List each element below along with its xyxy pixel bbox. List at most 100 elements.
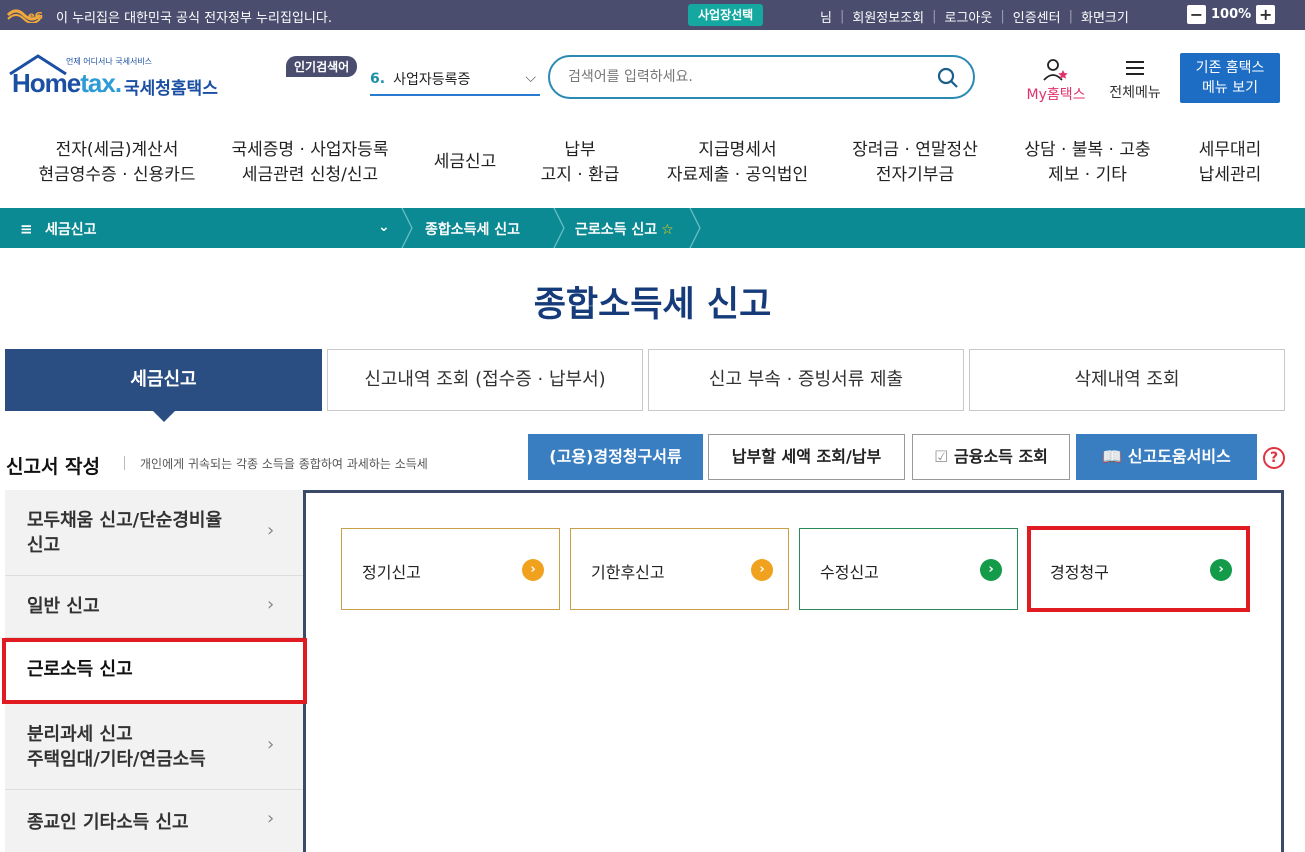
card-label: 기한후신고 <box>591 563 665 582</box>
sidebar-item-religious[interactable]: 종교인 기타소득 신고 › <box>5 790 303 852</box>
breadcrumb: ≡ 세금신고 ⌄ 종합소득세 신고 근로소득 신고 ☆ <box>0 208 1305 248</box>
popular-rank: 6. <box>370 71 386 87</box>
arrow-right-icon: › <box>980 559 1002 581</box>
claim-documents-button[interactable]: (고용)경정청구서류 <box>528 434 703 480</box>
gnb-item-tax-filing[interactable]: 세금신고 <box>420 150 510 175</box>
breadcrumb-level2[interactable]: 종합소득세 신고 <box>425 219 520 239</box>
screen-size-label: 화면크기 <box>1080 11 1129 26</box>
sidebar-item-label: 종교인 기타소득 신고 <box>27 812 189 833</box>
zoom-in-button[interactable]: + <box>1256 5 1276 24</box>
breadcrumb-separator-icon <box>553 208 565 248</box>
favorite-star-icon[interactable]: ☆ <box>661 222 674 238</box>
all-menu-label: 전체메뉴 <box>1109 85 1161 101</box>
brand-korean-name: 국세청홈택스 <box>124 79 218 99</box>
gnb-label: 국세증명 · 사업자등록 <box>231 140 389 160</box>
checkbox-icon: ☑ <box>934 447 949 466</box>
chevron-down-icon: ⌵ <box>525 70 536 86</box>
popular-search-dropdown[interactable]: 6. 사업자등록증 ⌵ <box>370 64 540 96</box>
tab-bar: 세금신고 신고내역 조회 (접수증 · 납부서) 신고 부속 · 증빙서류 제출… <box>5 349 1285 422</box>
cert-center-link[interactable]: 인증센터 <box>1013 7 1061 26</box>
user-star-icon <box>1043 59 1068 81</box>
all-menu-button[interactable]: 전체메뉴 <box>1103 58 1167 102</box>
chevron-down-icon[interactable]: ⌄ <box>378 219 390 235</box>
gov-notice-text: 이 누리집은 대한민국 공식 전자정부 누리집입니다. <box>56 11 332 26</box>
gnb-sublabel: 납세관리 <box>1198 165 1262 185</box>
gnb-label: 장려금 · 연말정산 <box>852 140 978 160</box>
tab-filing-history[interactable]: 신고내역 조회 (접수증 · 납부서) <box>327 349 643 411</box>
zoom-control: − 100% + <box>1187 5 1276 24</box>
card-label: 정기신고 <box>362 563 421 582</box>
tab-deleted-history[interactable]: 삭제내역 조회 <box>969 349 1285 411</box>
finance-income-button[interactable]: ☑ 금융소득 조회 <box>912 434 1070 480</box>
gnb-label: 세금신고 <box>433 152 497 172</box>
logout-link[interactable]: 로그아웃 <box>945 7 993 26</box>
gov-banner: eG 이 누리집은 대한민국 공식 전자정부 누리집입니다. 사업장선택 님 |… <box>0 0 1305 30</box>
card-amended-filing[interactable]: 수정신고 › <box>799 528 1018 610</box>
chevron-right-icon: › <box>267 734 275 755</box>
gnb-label: 지급명세서 <box>698 140 777 160</box>
business-select-button[interactable]: 사업장선택 <box>688 4 764 26</box>
breadcrumb-level3[interactable]: 근로소득 신고 ☆ <box>575 219 674 239</box>
sidebar-item-label: 일반 신고 <box>27 596 100 617</box>
tab-attachments[interactable]: 신고 부속 · 증빙서류 제출 <box>648 349 964 411</box>
breadcrumb-level3-label: 근로소득 신고 <box>575 222 658 238</box>
search-icon[interactable] <box>937 67 959 89</box>
legacy-menu-line1: 기존 홈택스 <box>1195 60 1265 76</box>
sidebar-item-auto-filled[interactable]: 모두채움 신고/단순경비율 신고 › <box>5 490 303 576</box>
gnb-sublabel: 현금영수증 · 신용카드 <box>38 165 196 185</box>
member-info-link[interactable]: 회원정보조회 <box>852 7 924 26</box>
tab-tax-filing[interactable]: 세금신고 <box>5 349 322 422</box>
breadcrumb-separator-icon <box>401 208 413 248</box>
brand-home-text: Home <box>12 68 81 98</box>
popular-keyword: 사업자등록증 <box>393 72 471 88</box>
gnb-sublabel: 자료제출 · 공익법인 <box>666 165 809 185</box>
gnb-sublabel: 고지 · 환급 <box>540 165 620 185</box>
gnb-sublabel: 전자기부금 <box>875 165 955 185</box>
gnb-label: 납부 <box>564 140 596 160</box>
section-divider <box>124 456 125 470</box>
gnb-item-tax-agent[interactable]: 세무대리 납세관리 <box>1180 138 1280 188</box>
gnb-item-certificate[interactable]: 국세증명 · 사업자등록 세금관련 신청/신고 <box>220 138 400 188</box>
hometax-logo[interactable]: 언제 어디서나 국세서비스 Hometax. 국세청홈택스 <box>8 54 228 104</box>
chevron-right-icon: › <box>267 808 275 829</box>
highlight-correction-claim <box>1027 526 1250 612</box>
legacy-menu-line2: 메뉴 보기 <box>1202 80 1258 96</box>
link-separator: | <box>1068 9 1073 24</box>
user-name-label: 님 <box>820 11 832 26</box>
search-input[interactable] <box>568 67 908 87</box>
sidebar-item-label: 분리과세 신고 <box>27 724 133 745</box>
legacy-menu-button[interactable]: 기존 홈택스 메뉴 보기 <box>1180 53 1280 103</box>
filing-help-label: 신고도움서비스 <box>1127 447 1231 466</box>
sidebar-item-sublabel: 신고 <box>27 535 61 556</box>
payment-lookup-button[interactable]: 납부할 세액 조회/납부 <box>708 434 905 480</box>
gnb-item-incentive[interactable]: 장려금 · 연말정산 전자기부금 <box>840 138 990 188</box>
help-icon[interactable]: ? <box>1263 447 1285 469</box>
link-separator: | <box>932 9 937 24</box>
link-separator: | <box>839 9 845 24</box>
highlight-earned-income <box>2 638 307 704</box>
card-label: 수정신고 <box>820 563 879 582</box>
sidebar-item-sublabel: 주택임대/기타/연금소득 <box>27 749 206 770</box>
book-icon: 📖 <box>1102 447 1123 466</box>
gnb-item-statements[interactable]: 지급명세서 자료제출 · 공익법인 <box>655 138 820 188</box>
main-navigation: 전자(세금)계산서 현금영수증 · 신용카드 국세증명 · 사업자등록 세금관련… <box>0 130 1305 200</box>
card-late-filing[interactable]: 기한후신고 › <box>570 528 789 610</box>
sidebar-item-general[interactable]: 일반 신고 › <box>5 576 303 638</box>
breadcrumb-level1[interactable]: 세금신고 <box>45 219 97 239</box>
gnb-sublabel: 제보 · 기타 <box>1048 165 1127 185</box>
menu-icon[interactable]: ≡ <box>20 220 33 238</box>
gnb-sublabel: 세금관련 신청/신고 <box>241 165 379 185</box>
section-description: 개인에게 귀속되는 각종 소득을 종합하여 과세하는 소득세 <box>140 457 428 471</box>
brand-wordmark: Hometax. <box>12 68 122 99</box>
gnb-item-payment[interactable]: 납부 고지 · 환급 <box>530 138 630 188</box>
zoom-out-button[interactable]: − <box>1187 5 1206 24</box>
card-regular-filing[interactable]: 정기신고 › <box>341 528 560 610</box>
arrow-right-icon: › <box>751 559 773 581</box>
government-logo-icon: eG <box>6 9 43 23</box>
gnb-item-consulting[interactable]: 상담 · 불복 · 고충 제보 · 기타 <box>1015 138 1160 188</box>
sidebar-item-label: 모두채움 신고/단순경비율 <box>27 510 222 531</box>
gnb-item-e-invoice[interactable]: 전자(세금)계산서 현금영수증 · 신용카드 <box>22 138 212 188</box>
my-hometax-button[interactable]: My홈택스 <box>1019 58 1093 104</box>
filing-help-button[interactable]: 📖 신고도움서비스 <box>1076 434 1257 480</box>
sidebar-item-separate-tax[interactable]: 분리과세 신고 주택임대/기타/연금소득 › <box>5 702 303 790</box>
